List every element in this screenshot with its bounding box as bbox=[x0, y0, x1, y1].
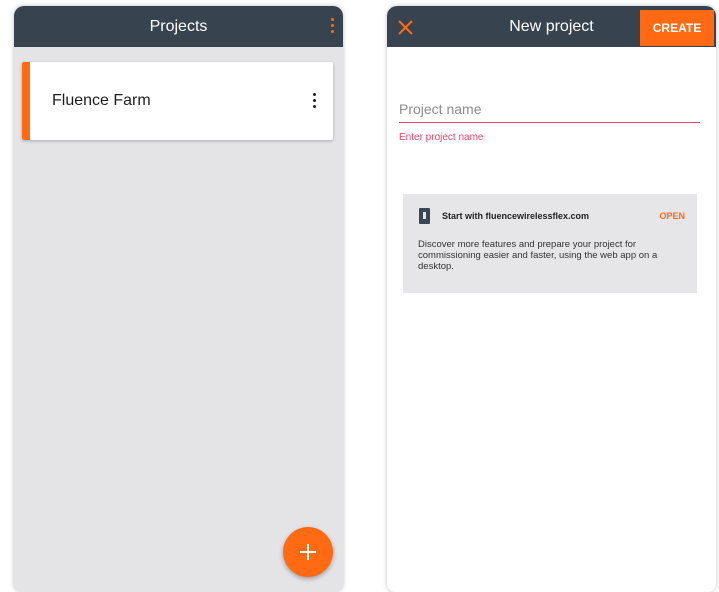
project-name: Fluence Farm bbox=[52, 92, 151, 109]
plus-icon bbox=[300, 544, 316, 560]
card-accent-bar bbox=[22, 62, 30, 140]
projects-app-bar: Projects bbox=[14, 6, 343, 47]
page-title: Projects bbox=[149, 18, 208, 35]
create-button[interactable]: CREATE bbox=[640, 10, 714, 46]
new-project-screen: New project CREATE Enter project name St… bbox=[387, 6, 716, 592]
web-app-banner: Start with fluencewirelessflex.com OPEN … bbox=[403, 194, 697, 293]
banner-title: Start with fluencewirelessflex.com bbox=[442, 211, 590, 221]
projects-screen: Projects Fluence Farm bbox=[14, 6, 343, 592]
more-vertical-icon[interactable] bbox=[331, 18, 335, 36]
add-project-button[interactable] bbox=[283, 527, 333, 577]
more-vertical-icon[interactable] bbox=[313, 93, 317, 111]
banner-description: Discover more features and prepare your … bbox=[418, 239, 658, 272]
new-project-app-bar: New project CREATE bbox=[387, 6, 716, 47]
open-button[interactable]: OPEN bbox=[659, 211, 685, 221]
project-name-error: Enter project name bbox=[399, 132, 484, 143]
project-name-input[interactable] bbox=[399, 96, 700, 123]
project-card-fluence-farm[interactable]: Fluence Farm bbox=[22, 62, 333, 140]
phone-icon bbox=[419, 208, 430, 224]
